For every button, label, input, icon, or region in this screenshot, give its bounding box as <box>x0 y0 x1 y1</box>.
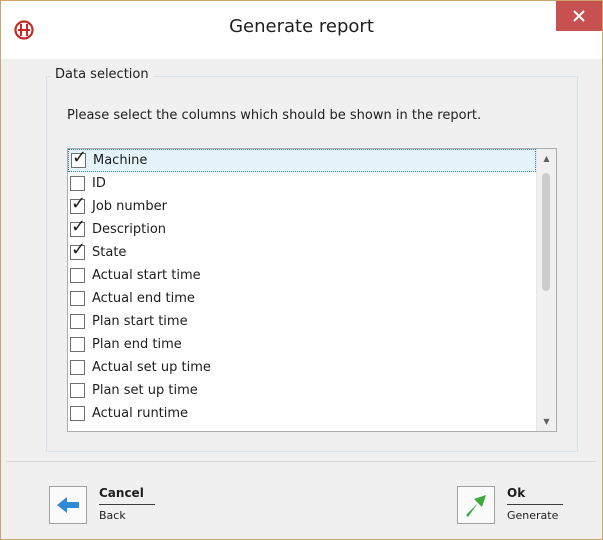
action-bar: Cancel Back Ok Generate <box>7 461 596 537</box>
checklist-item-label: Plan set up time <box>92 383 198 398</box>
checklist-item-label: Plan start time <box>92 314 188 329</box>
vertical-scrollbar[interactable]: ▲ ▼ <box>536 149 556 431</box>
window-title: Generate report <box>229 16 374 37</box>
columns-checklist[interactable]: ✓ Machine ID ✓ Job number ✓ Description ✓ State A… <box>67 148 557 432</box>
ok-label[interactable]: Ok <box>507 486 563 505</box>
group-legend: Data selection <box>51 67 153 82</box>
checklist-item[interactable]: Plan end time <box>68 333 536 356</box>
cancel-button[interactable]: Cancel Back <box>49 486 155 524</box>
checklist-item-label: ID <box>92 176 106 191</box>
report-dialog: Generate report Data selection Please se… <box>0 0 603 540</box>
cancel-sublabel: Back <box>99 509 126 522</box>
checklist-items: ✓ Machine ID ✓ Job number ✓ Description ✓ State A… <box>68 149 536 425</box>
checklist-item[interactable]: ✓ Machine <box>68 149 536 172</box>
checkbox[interactable] <box>70 383 85 398</box>
forward-arrow-icon[interactable] <box>457 486 495 524</box>
checkbox[interactable] <box>70 406 85 421</box>
dialog-content: Data selection Please select the columns… <box>7 59 596 459</box>
checklist-item[interactable]: ✓ State <box>68 241 536 264</box>
checklist-item-label: Actual start time <box>92 268 201 283</box>
close-icon <box>573 7 585 26</box>
checklist-item-label: Plan end time <box>92 337 182 352</box>
title-bar: Generate report <box>1 1 602 59</box>
checkmark-icon: ✓ <box>71 239 87 260</box>
checkbox[interactable]: ✓ <box>70 218 86 237</box>
scroll-down-icon[interactable]: ▼ <box>537 412 556 431</box>
scroll-thumb[interactable] <box>542 173 550 291</box>
checkbox[interactable]: ✓ <box>70 241 86 260</box>
checkbox[interactable] <box>70 337 85 352</box>
checkbox[interactable]: ✓ <box>71 149 87 168</box>
checklist-item[interactable]: ✓ Description <box>68 218 536 241</box>
checklist-item-label: Machine <box>93 153 148 168</box>
checkbox[interactable] <box>70 314 85 329</box>
data-selection-group: Data selection Please select the columns… <box>46 67 578 452</box>
close-button[interactable] <box>556 1 602 31</box>
ok-sublabel: Generate <box>507 509 559 522</box>
checklist-item[interactable]: Actual start time <box>68 264 536 287</box>
checkmark-icon: ✓ <box>71 193 87 214</box>
checklist-item-label: Actual end time <box>92 291 195 306</box>
ok-button[interactable]: Ok Generate <box>457 486 563 524</box>
instructions-text: Please select the columns which should b… <box>67 108 482 123</box>
checkmark-icon: ✓ <box>72 148 88 168</box>
checkbox[interactable] <box>70 291 85 306</box>
checklist-item-label: Actual runtime <box>92 406 189 421</box>
checklist-item[interactable]: Plan start time <box>68 310 536 333</box>
checklist-item[interactable]: Actual runtime <box>68 402 536 425</box>
scroll-up-icon[interactable]: ▲ <box>537 149 556 168</box>
checklist-item[interactable]: Actual set up time <box>68 356 536 379</box>
checklist-item-label: Job number <box>92 199 167 214</box>
checkbox[interactable] <box>70 360 85 375</box>
checklist-item[interactable]: ✓ Job number <box>68 195 536 218</box>
checkbox[interactable] <box>70 176 85 191</box>
checkbox[interactable]: ✓ <box>70 195 86 214</box>
checklist-item-label: Description <box>92 222 167 237</box>
checklist-item-label: Actual set up time <box>92 360 211 375</box>
checkbox[interactable] <box>70 268 85 283</box>
checklist-item[interactable]: Plan set up time <box>68 379 536 402</box>
cancel-label[interactable]: Cancel <box>99 486 155 505</box>
back-arrow-icon[interactable] <box>49 486 87 524</box>
checklist-item-label: State <box>92 245 127 260</box>
checklist-item[interactable]: ID <box>68 172 536 195</box>
checklist-item[interactable]: Actual end time <box>68 287 536 310</box>
checkmark-icon: ✓ <box>71 216 87 237</box>
